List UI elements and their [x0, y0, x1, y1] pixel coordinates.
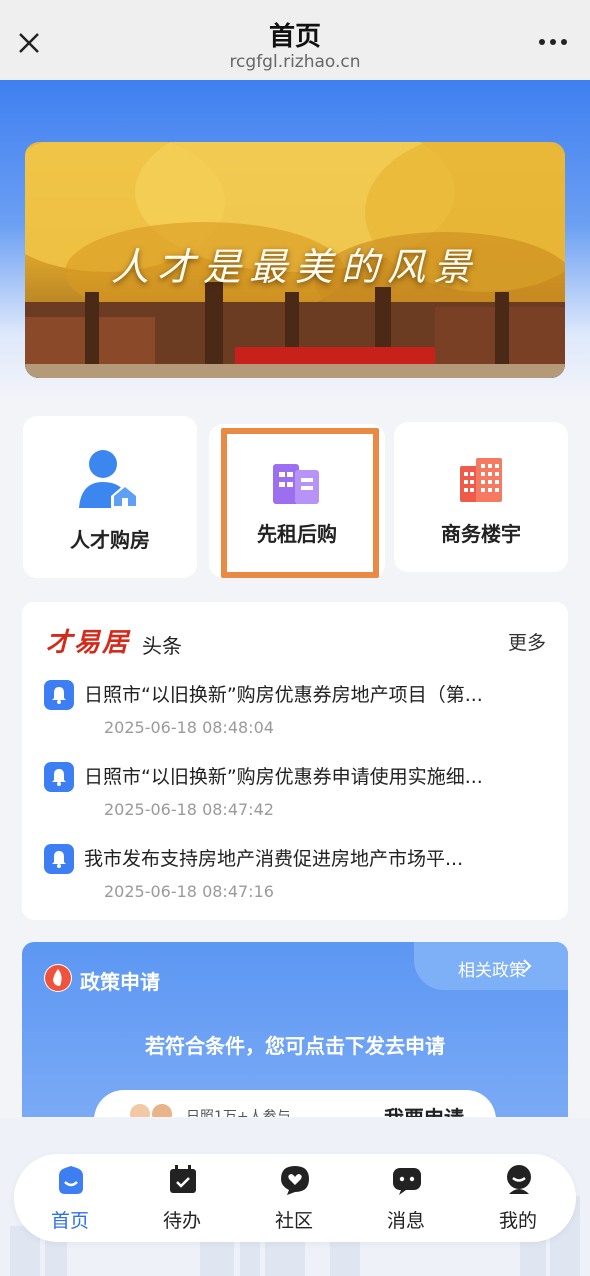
news-time: 2025-06-18 08:47:16 — [104, 882, 274, 901]
tab-messages[interactable]: 消息 — [356, 1162, 456, 1238]
brand-logo-text: 才易居 — [46, 628, 131, 658]
person-house-icon — [79, 450, 139, 508]
tab-label: 首页 — [50, 1210, 89, 1232]
chevron-right-icon — [523, 959, 532, 973]
card-label: 先租后购 — [257, 522, 337, 546]
apply-label: 我要申请 — [384, 1102, 464, 1117]
card-talent-house[interactable]: 人才购房 — [23, 416, 197, 578]
bell-icon — [44, 844, 74, 874]
related-policy-label[interactable]: 相关政策 — [458, 956, 526, 981]
avatar — [150, 1102, 174, 1117]
news-title: 日照市“以旧换新”购房优惠券房地产项目（第... — [84, 684, 483, 706]
avatar — [128, 1102, 152, 1117]
tab-community[interactable]: 社区 — [244, 1162, 344, 1238]
policy-title: 政策申请 — [80, 970, 160, 994]
card-label: 人才购房 — [70, 528, 150, 552]
tab-label: 社区 — [274, 1210, 313, 1232]
tab-label: 待办 — [162, 1210, 201, 1232]
message-icon — [393, 1168, 421, 1195]
tab-label: 我的 — [498, 1210, 537, 1232]
tab-home[interactable]: 首页 — [20, 1162, 120, 1238]
tab-label: 消息 — [386, 1210, 425, 1232]
more-link[interactable]: 更多 — [508, 628, 546, 655]
bell-icon — [44, 762, 74, 792]
office-building-icon — [460, 458, 502, 502]
community-heart-icon — [281, 1166, 309, 1195]
bottom-tab-bar: 首页 待办 社区 消息 我的 — [14, 1154, 576, 1242]
news-item[interactable]: 日照市“以旧换新”购房优惠券房地产项目（第... 2025-06-18 08:4… — [44, 678, 554, 748]
calendar-check-icon — [170, 1165, 196, 1193]
tab-profile[interactable]: 我的 — [468, 1162, 568, 1238]
card-rent-then-buy[interactable]: 先租后购 — [209, 424, 385, 578]
news-item[interactable]: 日照市“以旧换新”购房优惠券申请使用实施细... 2025-06-18 08:4… — [44, 760, 554, 830]
policy-section: 相关政策 政策申请 若符合条件，您可点击下发去申请 日照1万+人参与 我要申请 — [22, 942, 568, 1117]
news-title: 日照市“以旧换新”购房优惠券申请使用实施细... — [84, 766, 483, 788]
participants-text: 日照1万+人参与 — [186, 1109, 291, 1117]
apply-button[interactable]: 日照1万+人参与 我要申请 — [94, 1090, 496, 1117]
bell-icon — [44, 680, 74, 710]
more-dots-icon[interactable] — [538, 36, 568, 48]
page-title: 首页 — [268, 22, 321, 52]
profile-icon — [507, 1165, 531, 1194]
banner-slogan: 人才是最美的风景 — [110, 245, 479, 289]
home-icon — [59, 1166, 83, 1194]
card-office-building[interactable]: 商务楼宇 — [394, 422, 568, 572]
policy-logo-icon — [44, 964, 72, 992]
news-time: 2025-06-18 08:47:42 — [104, 800, 274, 819]
top-nav-bar: 首页 rcgfgl.rizhao.cn — [0, 0, 590, 80]
headlines-title: 头条 — [142, 634, 182, 658]
news-time: 2025-06-18 08:48:04 — [104, 718, 274, 737]
card-label: 商务楼宇 — [441, 522, 521, 546]
news-title: 我市发布支持房地产消费促进房地产市场平... — [84, 848, 464, 870]
building-purple-icon — [273, 464, 319, 504]
headlines-panel: 才易居 头条 更多 日照市“以旧换新”购房优惠券房地产项目（第... 2025-… — [22, 602, 568, 920]
page-url: rcgfgl.rizhao.cn — [229, 52, 361, 72]
policy-message: 若符合条件，您可点击下发去申请 — [145, 1034, 445, 1058]
tab-todo[interactable]: 待办 — [132, 1162, 232, 1238]
news-item[interactable]: 我市发布支持房地产消费促进房地产市场平... 2025-06-18 08:47:… — [44, 842, 554, 912]
hero-banner[interactable]: 人才是最美的风景 — [25, 142, 565, 378]
